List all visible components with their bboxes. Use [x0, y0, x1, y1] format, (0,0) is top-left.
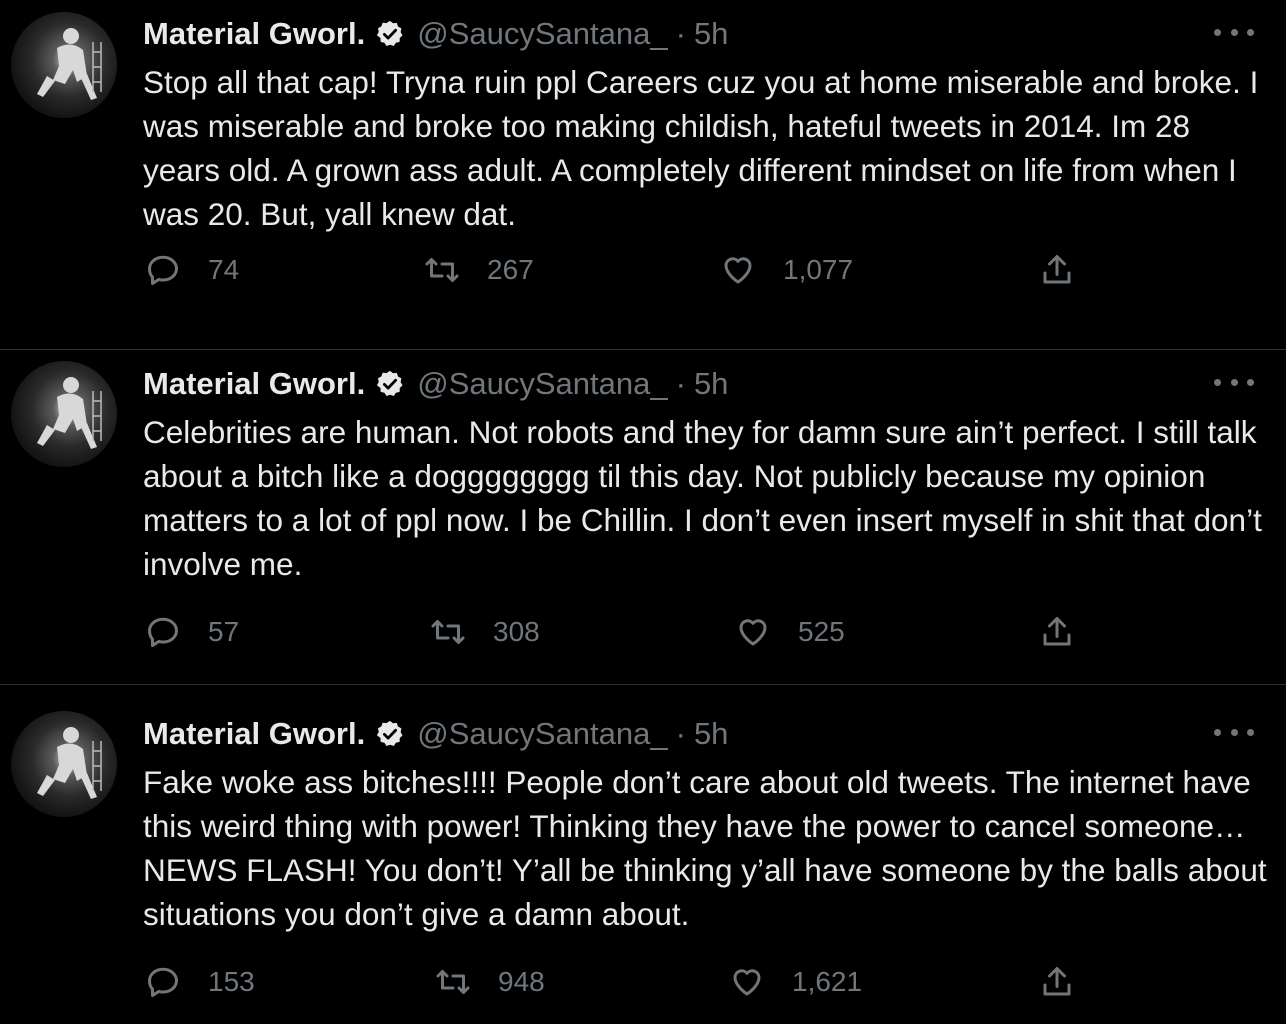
like-button[interactable]: 525 — [735, 614, 845, 650]
author-name[interactable]: Material Gworl. — [143, 366, 365, 402]
author-handle[interactable]: @SaucySantana_ — [417, 366, 667, 402]
share-icon — [1043, 617, 1071, 646]
tweet-text: Celebrities are human. Not robots and th… — [143, 414, 1262, 582]
verified-badge-icon — [375, 19, 405, 49]
tweet-actions: 74 267 1,077 — [0, 252, 1286, 296]
like-count: 1,621 — [792, 966, 863, 997]
reply-icon — [148, 617, 178, 647]
retweet-button[interactable]: 308 — [430, 614, 540, 650]
author-name[interactable]: Material Gworl. — [143, 716, 365, 752]
like-count: 525 — [798, 616, 845, 647]
timestamp[interactable]: 5h — [694, 366, 728, 402]
retweet-count: 308 — [493, 616, 540, 647]
heart-icon — [733, 969, 761, 996]
tweet-text: Stop all that cap! Tryna ruin ppl Career… — [143, 64, 1259, 232]
reply-icon — [148, 967, 178, 997]
tweet[interactable]: Material Gworl. @SaucySantana_ · 5h Cele… — [0, 334, 1286, 685]
more-icon[interactable] — [1214, 372, 1254, 392]
retweet-icon — [425, 258, 459, 282]
tweet-text: Fake woke ass bitches!!!! People don’t c… — [143, 764, 1267, 932]
reply-count: 57 — [208, 616, 240, 647]
retweet-count: 948 — [498, 966, 545, 997]
avatar[interactable] — [11, 711, 117, 817]
separator-dot: · — [675, 16, 686, 51]
reply-count: 153 — [208, 966, 255, 997]
timestamp[interactable]: 5h — [694, 16, 728, 52]
heart-icon — [739, 619, 767, 646]
share-icon — [1043, 255, 1071, 284]
more-icon[interactable] — [1214, 22, 1254, 42]
like-button[interactable]: 1,621 — [729, 964, 862, 1000]
separator-dot: · — [675, 366, 686, 401]
reply-button[interactable]: 153 — [145, 964, 255, 1000]
reply-count: 74 — [208, 254, 240, 285]
tweet-actions: 57 308 525 — [0, 614, 1286, 658]
author-handle[interactable]: @SaucySantana_ — [417, 716, 667, 752]
author-handle[interactable]: @SaucySantana_ — [417, 16, 667, 52]
retweet-count: 267 — [487, 254, 534, 285]
share-button[interactable] — [1039, 964, 1075, 1000]
retweet-button[interactable]: 948 — [435, 964, 545, 1000]
share-button[interactable] — [1039, 252, 1075, 288]
author-name[interactable]: Material Gworl. — [143, 16, 365, 52]
verified-badge-icon — [375, 369, 405, 399]
reply-icon — [148, 255, 178, 285]
reply-button[interactable]: 57 — [145, 614, 239, 650]
like-count: 1,077 — [783, 254, 854, 285]
share-icon — [1043, 967, 1071, 996]
tweet[interactable]: Material Gworl. @SaucySantana_ · 5h Fake… — [0, 684, 1286, 1024]
avatar[interactable] — [11, 361, 117, 467]
separator-dot: · — [675, 716, 686, 751]
reply-button[interactable]: 74 — [145, 252, 239, 288]
share-button[interactable] — [1039, 614, 1075, 650]
tweet-actions: 153 948 1,621 — [0, 964, 1286, 1008]
heart-icon — [724, 257, 752, 284]
more-icon[interactable] — [1214, 722, 1254, 742]
retweet-icon — [431, 620, 465, 644]
avatar[interactable] — [11, 12, 117, 118]
retweet-icon — [436, 970, 470, 994]
timestamp[interactable]: 5h — [694, 716, 728, 752]
retweet-button[interactable]: 267 — [424, 252, 534, 288]
tweet[interactable]: Material Gworl. @SaucySantana_ · 5h Stop… — [0, 0, 1286, 350]
like-button[interactable]: 1,077 — [720, 252, 853, 288]
verified-badge-icon — [375, 719, 405, 749]
